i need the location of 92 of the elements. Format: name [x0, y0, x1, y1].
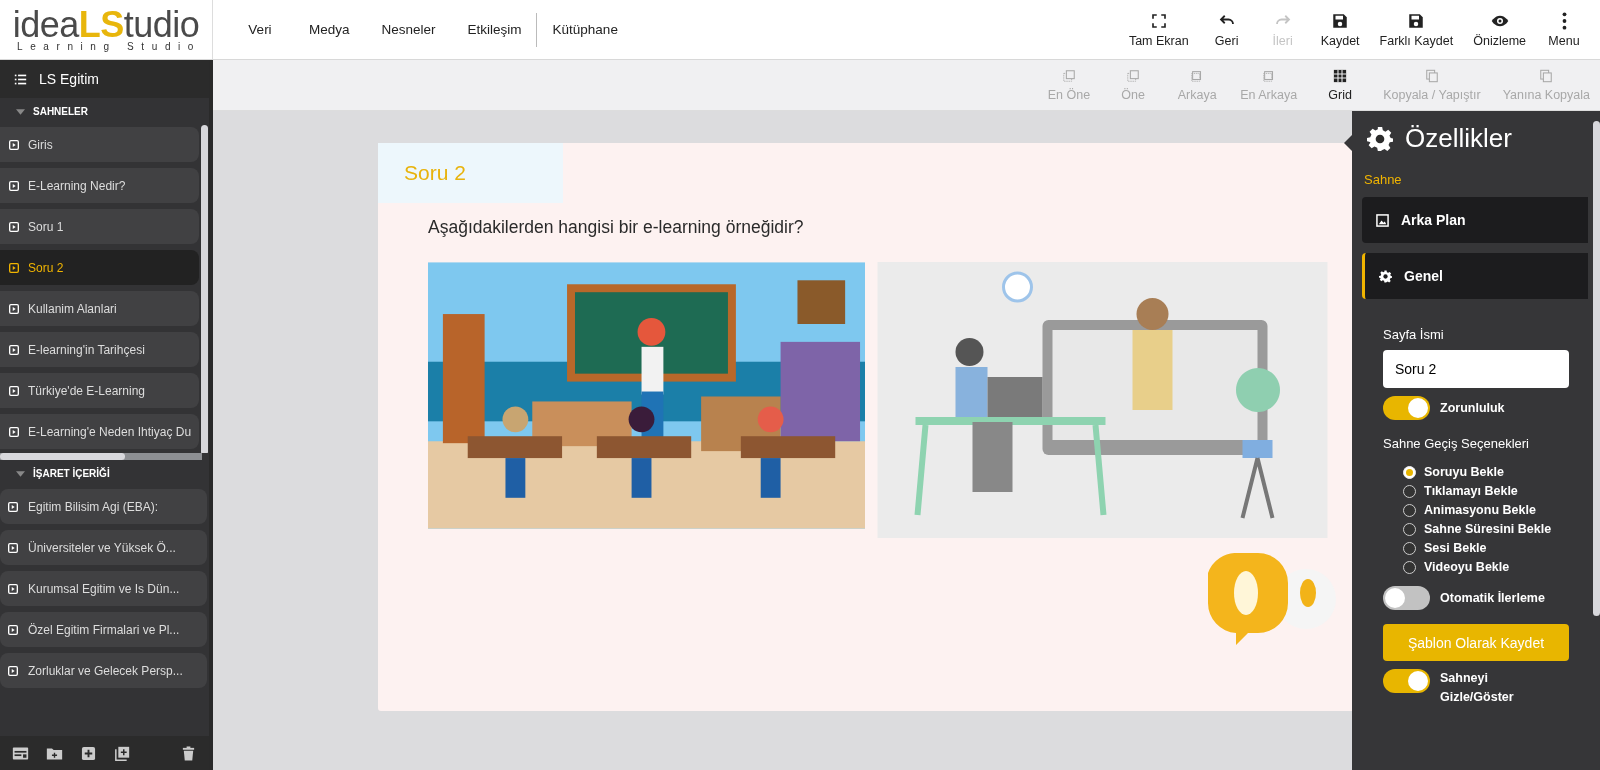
- play-icon: [9, 385, 19, 396]
- panel-title: Özellikler: [1405, 123, 1512, 154]
- menu-item[interactable]: Nesneler: [371, 22, 446, 37]
- scene-item[interactable]: E-learning'in Tarihçesi: [0, 332, 199, 367]
- bring-forward-icon: [1126, 68, 1141, 83]
- scene-item[interactable]: Giris: [0, 127, 199, 162]
- list-icon: [14, 72, 27, 86]
- play-icon: [9, 262, 19, 273]
- scene-item[interactable]: Üniversiteler ve Yüksek Ö...: [0, 530, 207, 565]
- scene-item[interactable]: Zorluklar ve Gelecek Persp...: [0, 653, 207, 688]
- radio-label: Videoyu Bekle: [1424, 560, 1510, 574]
- scene-item[interactable]: Özel Egitim Firmalari ve Pl...: [0, 612, 207, 647]
- play-icon: [9, 426, 19, 437]
- toggle-label: Zorunluluk: [1440, 401, 1505, 415]
- toolbar-button[interactable]: Kaydet: [1312, 7, 1368, 52]
- accordion-header[interactable]: Arka Plan: [1362, 197, 1588, 243]
- toggle-switch[interactable]: [1383, 669, 1430, 693]
- play-icon: [9, 303, 19, 314]
- toggle-switch[interactable]: [1383, 586, 1430, 610]
- radio-label: Animasyonu Bekle: [1424, 503, 1536, 517]
- scene-item[interactable]: Soru 2: [0, 250, 199, 285]
- caret-icon: [16, 108, 25, 115]
- radio-button[interactable]: [1403, 541, 1416, 555]
- radio-label: Tıklamayı Bekle: [1424, 484, 1518, 498]
- radio-label: Soruyu Bekle: [1424, 465, 1504, 479]
- save-icon: [1407, 11, 1426, 30]
- scene-item[interactable]: Kurumsal Egitim ve Is Dün...: [0, 571, 207, 606]
- slide-title: Soru 2: [378, 143, 563, 203]
- scene-item[interactable]: E-Learning Nedir?: [0, 168, 199, 203]
- radio-label: Sahne Süresini Bekle: [1424, 522, 1552, 536]
- settings-icon: [1367, 125, 1393, 152]
- scrollbar[interactable]: [1593, 121, 1600, 616]
- radio-label: Sesi Bekle: [1424, 541, 1487, 555]
- section-header[interactable]: SAHNELER: [0, 98, 209, 125]
- scene-item[interactable]: E-Learning'e Neden Ihtiyaç Du: [0, 414, 199, 449]
- add-folder-icon[interactable]: [46, 745, 63, 761]
- radio-button[interactable]: [1403, 522, 1416, 536]
- bring-front-icon: [1061, 68, 1076, 83]
- field-label: Sahne Geçiş Seçenekleri: [1383, 436, 1530, 451]
- image-icon: [1376, 213, 1389, 227]
- add-layer-icon[interactable]: [114, 745, 131, 761]
- copy-icon: [1539, 68, 1554, 83]
- play-icon: [8, 501, 18, 512]
- page-name-input[interactable]: Soru 2: [1383, 350, 1569, 388]
- toolbar-button[interactable]: Önizleme: [1465, 7, 1534, 52]
- logo-tagline: Learning Studio: [15, 40, 202, 52]
- send-back-icon: [1261, 68, 1276, 83]
- accordion-header[interactable]: Genel: [1362, 253, 1588, 299]
- fullscreen-icon: [1149, 11, 1168, 30]
- scene-item[interactable]: Kullanim Alanlari: [0, 291, 199, 326]
- play-icon: [8, 624, 18, 635]
- toggle-label: Otomatik İlerleme: [1440, 591, 1545, 605]
- toggle-switch[interactable]: [1383, 396, 1430, 420]
- toolbar-button[interactable]: Farklı Kaydet: [1371, 7, 1462, 52]
- layout-icon[interactable]: [12, 745, 29, 761]
- scrollbar[interactable]: [201, 125, 208, 453]
- add-icon[interactable]: [80, 745, 97, 761]
- scene-item[interactable]: Türkiye'de E-Learning: [0, 373, 199, 408]
- more-icon: [1561, 11, 1567, 30]
- radio-button[interactable]: [1403, 560, 1416, 574]
- toolbar-button[interactable]: Geri: [1200, 7, 1253, 52]
- menu-item[interactable]: Medya: [299, 22, 360, 37]
- play-icon: [9, 221, 19, 232]
- menu-item[interactable]: Veri: [233, 22, 287, 37]
- menu-item[interactable]: Kütüphane: [542, 22, 628, 37]
- toggle-label: Sahneyi Gizle/Göster: [1440, 670, 1515, 706]
- play-icon: [9, 180, 19, 191]
- trash-icon[interactable]: [180, 745, 197, 761]
- field-label: Sayfa İsmi: [1383, 327, 1445, 342]
- section-header[interactable]: İŞARET İÇERİĞİ: [0, 460, 209, 487]
- copy-icon: [1424, 68, 1439, 83]
- play-icon: [8, 665, 18, 676]
- scrollbar[interactable]: [0, 453, 125, 460]
- settings-icon: [1379, 269, 1392, 283]
- question-text: Aşağıdakilerden hangisi bir e-learning örneğidir?: [428, 217, 805, 238]
- toolbar-button[interactable]: Menu: [1538, 7, 1590, 52]
- project-title: LS Egitim: [39, 71, 99, 87]
- play-icon: [8, 542, 18, 553]
- play-icon: [8, 583, 18, 594]
- grid-icon: [1333, 68, 1348, 83]
- play-icon: [9, 139, 19, 150]
- menu-item[interactable]: Etkileşim: [457, 22, 532, 37]
- play-icon: [9, 344, 19, 355]
- radio-button[interactable]: [1403, 503, 1416, 517]
- save-icon: [1331, 11, 1350, 30]
- radio-button[interactable]: [1403, 484, 1416, 498]
- section-label: Sahne: [1363, 171, 1403, 187]
- scene-item[interactable]: Egitim Bilisim Agi (EBA):: [0, 489, 207, 524]
- scene-item[interactable]: Soru 1: [0, 209, 199, 244]
- toolbar-button[interactable]: Grid: [1309, 68, 1372, 102]
- toolbar-button[interactable]: Tam Ekran: [1120, 7, 1197, 52]
- caret-icon: [16, 470, 25, 477]
